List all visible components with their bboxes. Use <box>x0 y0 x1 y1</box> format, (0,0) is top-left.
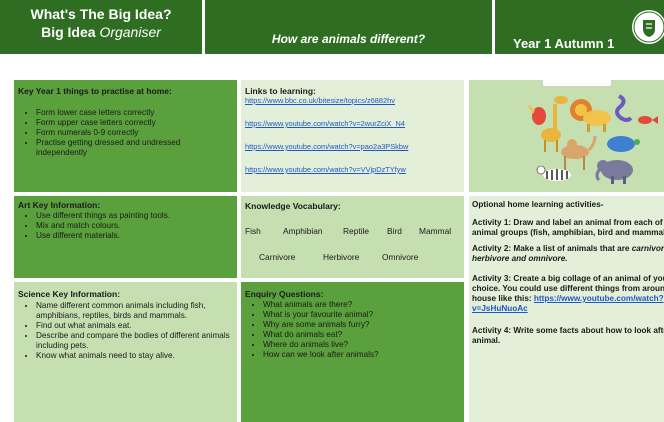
list-item: Form upper case letters correctly <box>36 118 233 128</box>
list-item: Find out what animals eat. <box>36 321 233 331</box>
activity-1: Activity 1: Draw and label an animal fro… <box>472 218 664 237</box>
list-item: Use different materials. <box>36 231 233 241</box>
header-term-block: Year 1 Autumn 1 <box>495 0 664 54</box>
vocab-word: Amphibian <box>283 226 323 236</box>
fish-icon <box>638 116 658 124</box>
link-youtube-1[interactable]: https://www.youtube.com/watch?v=2wurZciX… <box>245 119 460 128</box>
turtle-icon <box>607 136 640 152</box>
activity-3: Activity 3: Create a big collage of an a… <box>472 274 664 314</box>
list-item: What is your favourite animal? <box>263 310 460 320</box>
giraffe-icon <box>541 96 568 152</box>
link-bbc-bitesize[interactable]: https://www.bbc.co.uk/bitesize/topics/z6… <box>245 96 460 105</box>
enquiry-panel: Enquiry Questions: What animals are ther… <box>241 282 464 422</box>
vocab-word: Bird <box>387 226 402 236</box>
list-item: Where do animals live? <box>263 340 460 350</box>
list-item: Know what animals need to stay alive. <box>36 351 233 361</box>
vocabulary-panel: Knowledge Vocabulary: Fish Amphibian Rep… <box>241 196 464 278</box>
vocabulary-heading: Knowledge Vocabulary: <box>245 201 341 211</box>
science-info-heading: Science Key Information: <box>18 289 121 299</box>
vocab-word: Herbivore <box>323 252 360 262</box>
header-title-line1: What's The Big Idea? <box>30 6 172 22</box>
home-practise-panel: Key Year 1 things to practise at home: F… <box>14 80 237 192</box>
header-question-block: How are animals different? <box>205 0 492 54</box>
science-info-panel: Science Key Information: Name different … <box>14 282 237 422</box>
header-title-prefix: Big Idea <box>41 24 96 40</box>
vocab-word: Mammal <box>419 226 452 236</box>
links-panel: Links to learning: https://www.bbc.co.uk… <box>241 80 464 192</box>
enquiry-heading: Enquiry Questions: <box>245 289 324 299</box>
header-title-italic: Organiser <box>99 24 161 40</box>
links-heading: Links to learning: <box>245 86 316 96</box>
activity-2: Activity 2: Make a list of animals that … <box>472 244 664 264</box>
school-logo-icon <box>632 10 664 44</box>
activities-panel: Optional home learning activities- Activ… <box>469 196 664 422</box>
activity-4: Activity 4: Write some facts about how t… <box>472 326 664 345</box>
list-item: Form lower case letters correctly <box>36 108 233 118</box>
list-item: Name different common animals including … <box>36 301 233 321</box>
activities-heading: Optional home learning activities- <box>472 200 604 209</box>
home-practise-list: Form lower case letters correctly Form u… <box>18 108 233 158</box>
list-item: How can we look after animals? <box>263 350 460 360</box>
camel-icon <box>561 135 597 170</box>
elephant-icon <box>595 160 633 184</box>
vocab-word: Carnivore <box>259 252 296 262</box>
activity-2-text: Activity 2: Make a list of animals that … <box>472 244 630 253</box>
animals-illustration <box>527 94 658 184</box>
list-item: What do animals eat? <box>263 330 460 340</box>
list-item: Form numerals 0-9 correctly <box>36 128 233 138</box>
list-item: Why are some animals furry? <box>263 320 460 330</box>
header-title-line2: Big Idea Organiser <box>0 24 202 40</box>
art-info-heading: Art Key Information: <box>18 200 101 210</box>
link-youtube-2[interactable]: https://www.youtube.com/watch?v=pao2a3PS… <box>245 142 460 151</box>
vocab-word: Omnivore <box>382 252 419 262</box>
header-title-block: What's The Big Idea? Big Idea Organiser <box>0 0 202 54</box>
list-item: Mix and match colours. <box>36 221 233 231</box>
animals-image-panel: ⠿ ≡ + <box>469 80 664 192</box>
link-youtube-3[interactable]: https://www.youtube.com/watch?v=VVjpDzTY… <box>245 165 460 174</box>
bird-icon <box>527 104 546 125</box>
art-info-panel: Art Key Information: Use different thing… <box>14 196 237 278</box>
enquiry-list: What animals are there? What is your fav… <box>245 300 460 360</box>
science-info-list: Name different common animals including … <box>18 301 233 361</box>
header-question: How are animals different? <box>271 32 426 46</box>
header-term: Year 1 Autumn 1 <box>513 36 615 51</box>
list-item: What animals are there? <box>263 300 460 310</box>
snake-icon <box>615 94 633 122</box>
list-item: Describe and compare the bodies of diffe… <box>36 331 233 351</box>
list-item: Practise getting dressed and undressed i… <box>36 138 233 158</box>
list-item: Use different things as painting tools. <box>36 211 233 221</box>
art-info-list: Use different things as painting tools. … <box>18 211 233 241</box>
home-practise-heading: Key Year 1 things to practise at home: <box>18 86 172 96</box>
vocab-word: Fish <box>245 226 261 236</box>
vocab-word: Reptile <box>343 226 370 236</box>
lion-icon <box>570 99 611 132</box>
